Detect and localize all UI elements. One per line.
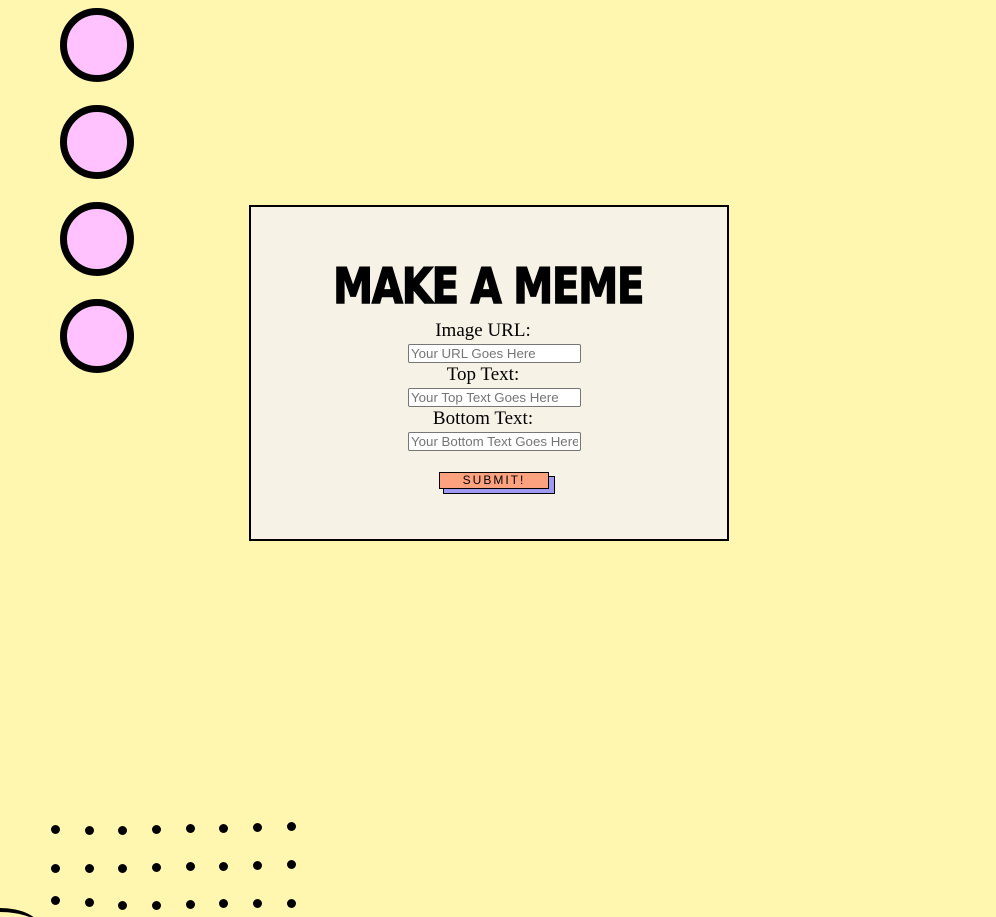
decorative-dot <box>118 826 127 835</box>
top-text-label: Top Text: <box>446 364 520 385</box>
decorative-dot <box>287 860 296 869</box>
decorative-dot <box>287 899 296 908</box>
decorative-dot <box>186 824 195 833</box>
bottom-text-input[interactable] <box>408 432 581 451</box>
decorative-circle <box>60 105 134 179</box>
decorative-dot <box>219 899 228 908</box>
decorative-dot <box>186 862 195 871</box>
decorative-dot <box>219 824 228 833</box>
decorative-dot <box>85 864 94 873</box>
submit-button[interactable]: SUBMIT! <box>439 472 549 489</box>
decorative-dot <box>118 901 127 910</box>
page-title: MAKE A MEME <box>332 258 645 316</box>
decorative-dot <box>253 899 262 908</box>
decorative-dot <box>219 862 228 871</box>
decorative-circle <box>60 8 134 82</box>
decorative-circle <box>60 299 134 373</box>
meme-form-card: MAKE A MEME Image URL: Top Text: Bottom … <box>249 205 729 541</box>
decorative-dot <box>253 823 262 832</box>
decorative-dot <box>51 896 60 905</box>
image-url-input[interactable] <box>408 344 581 363</box>
bottom-text-label: Bottom Text: <box>432 408 534 429</box>
decorative-dot <box>85 898 94 907</box>
decorative-dot <box>118 864 127 873</box>
decorative-blob <box>0 908 40 917</box>
decorative-dot <box>287 822 296 831</box>
decorative-dot <box>85 826 94 835</box>
decorative-dot <box>152 863 161 872</box>
decorative-dot <box>51 825 60 834</box>
decorative-dot <box>51 864 60 873</box>
top-text-input[interactable] <box>408 388 581 407</box>
decorative-circle <box>60 202 134 276</box>
decorative-dot <box>152 901 161 910</box>
image-url-label: Image URL: <box>435 320 531 341</box>
decorative-dot <box>152 825 161 834</box>
decorative-dot <box>186 900 195 909</box>
submit-button-wrapper: SUBMIT! <box>439 472 555 494</box>
decorative-dot <box>253 861 262 870</box>
